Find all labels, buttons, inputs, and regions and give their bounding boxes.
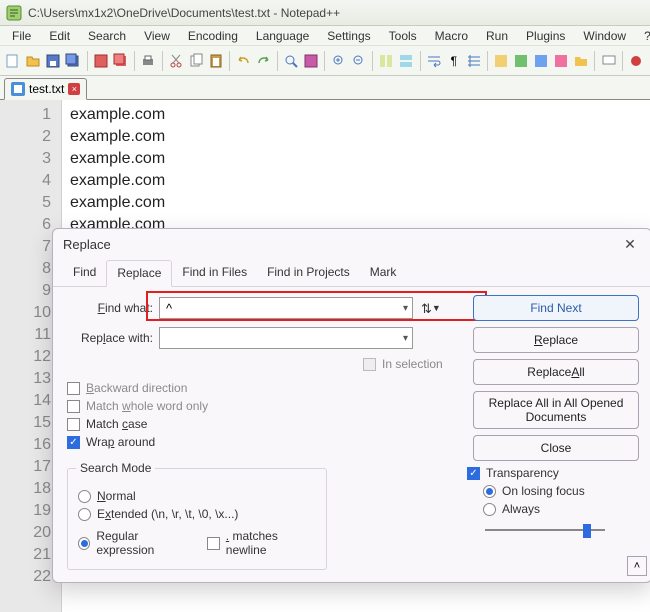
tab-find[interactable]: Find: [63, 260, 106, 287]
separator: [277, 51, 278, 71]
dialog-body: Find what: ^ ▾ ⇅▼ Replace with: ▾ In sel…: [53, 287, 650, 580]
window-title: C:\Users\mx1x2\OneDrive\Documents\test.t…: [28, 6, 340, 20]
find-next-button[interactable]: Find Next: [473, 295, 639, 321]
separator: [372, 51, 373, 71]
paste-icon[interactable]: [206, 50, 225, 72]
tab-find-in-files[interactable]: Find in Files: [172, 260, 257, 287]
menu-bar: File Edit Search View Encoding Language …: [0, 26, 650, 46]
menu-language[interactable]: Language: [248, 27, 317, 45]
separator: [622, 51, 623, 71]
zoom-out-icon[interactable]: [349, 50, 368, 72]
close-button[interactable]: Close: [473, 435, 639, 461]
undo-icon[interactable]: [234, 50, 253, 72]
cut-icon[interactable]: [167, 50, 186, 72]
close-icon[interactable]: [91, 50, 110, 72]
word-wrap-icon[interactable]: [425, 50, 444, 72]
replace-with-label: Replace with:: [67, 331, 159, 345]
menu-view[interactable]: View: [136, 27, 178, 45]
transparency-checkbox[interactable]: ✓Transparency: [467, 466, 639, 480]
app-icon: [6, 5, 22, 21]
sync-v-icon[interactable]: [377, 50, 396, 72]
dialog-title: Replace: [63, 237, 111, 252]
file-tab[interactable]: test.txt ×: [4, 78, 87, 100]
collapse-button[interactable]: ˄: [627, 556, 647, 576]
replace-with-input[interactable]: ▾: [159, 327, 413, 349]
separator: [487, 51, 488, 71]
dialog-tabs: Find Replace Find in Files Find in Proje…: [53, 259, 650, 287]
menu-edit[interactable]: Edit: [41, 27, 78, 45]
tab-close-icon[interactable]: ×: [68, 83, 80, 95]
show-all-chars-icon[interactable]: ¶: [444, 50, 463, 72]
file-icon: [11, 82, 25, 96]
toolbar: ¶: [0, 46, 650, 76]
title-bar: C:\Users\mx1x2\OneDrive\Documents\test.t…: [0, 0, 650, 26]
tab-label: test.txt: [29, 82, 64, 96]
matches-newline-checkbox[interactable]: . matches newline: [207, 529, 316, 557]
separator: [229, 51, 230, 71]
transparency-group: ✓Transparency On losing focus Always: [467, 462, 639, 538]
language-icon[interactable]: [492, 50, 511, 72]
replace-button[interactable]: Replace: [473, 327, 639, 353]
separator: [87, 51, 88, 71]
search-mode-group: Search Mode Normal Extended (\n, \r, \t,…: [67, 468, 327, 570]
monitor-icon[interactable]: [599, 50, 618, 72]
replace-all-button[interactable]: Replace All: [473, 359, 639, 385]
redo-icon[interactable]: [254, 50, 273, 72]
separator: [594, 51, 595, 71]
menu-help[interactable]: ?: [636, 27, 650, 45]
separator: [162, 51, 163, 71]
zoom-in-icon[interactable]: [329, 50, 348, 72]
find-what-label: Find what:: [67, 301, 159, 315]
doc-list-icon[interactable]: [532, 50, 551, 72]
swap-button[interactable]: ⇅▼: [421, 302, 441, 315]
record-macro-icon[interactable]: [627, 50, 646, 72]
on-losing-focus-radio[interactable]: On losing focus: [483, 484, 639, 498]
menu-search[interactable]: Search: [80, 27, 134, 45]
print-icon[interactable]: [139, 50, 158, 72]
menu-plugins[interactable]: Plugins: [518, 27, 573, 45]
mode-normal-radio[interactable]: Normal: [78, 489, 316, 503]
tab-find-in-projects[interactable]: Find in Projects: [257, 260, 360, 287]
replace-icon[interactable]: [302, 50, 321, 72]
replace-all-docs-button[interactable]: Replace All in All Opened Documents: [473, 391, 639, 429]
open-file-icon[interactable]: [24, 50, 43, 72]
indent-guide-icon[interactable]: [464, 50, 483, 72]
close-all-icon[interactable]: [111, 50, 130, 72]
doc-map-icon[interactable]: [512, 50, 531, 72]
save-all-icon[interactable]: [64, 50, 83, 72]
button-column: Find Next Replace Replace All Replace Al…: [473, 295, 639, 461]
find-what-input[interactable]: ^ ▾: [159, 297, 413, 319]
menu-run[interactable]: Run: [478, 27, 516, 45]
replace-dialog: Replace ✕ Find Replace Find in Files Fin…: [52, 228, 650, 583]
dialog-title-bar[interactable]: Replace ✕: [53, 229, 650, 259]
chevron-down-icon[interactable]: ▾: [403, 303, 408, 314]
func-list-icon[interactable]: [552, 50, 571, 72]
separator: [134, 51, 135, 71]
separator: [420, 51, 421, 71]
menu-encoding[interactable]: Encoding: [180, 27, 246, 45]
new-file-icon[interactable]: [4, 50, 23, 72]
copy-icon[interactable]: [187, 50, 206, 72]
find-icon[interactable]: [282, 50, 301, 72]
menu-settings[interactable]: Settings: [319, 27, 378, 45]
find-what-value: ^: [166, 301, 172, 316]
tab-replace[interactable]: Replace: [106, 260, 172, 287]
menu-file[interactable]: File: [4, 27, 39, 45]
sync-h-icon[interactable]: [397, 50, 416, 72]
transparency-slider[interactable]: [485, 522, 605, 538]
tab-mark[interactable]: Mark: [360, 260, 407, 287]
tab-strip: test.txt ×: [0, 76, 650, 100]
menu-tools[interactable]: Tools: [381, 27, 425, 45]
always-radio[interactable]: Always: [483, 502, 639, 516]
dialog-close-button[interactable]: ✕: [619, 233, 641, 255]
separator: [324, 51, 325, 71]
menu-macro[interactable]: Macro: [427, 27, 476, 45]
mode-extended-radio[interactable]: Extended (\n, \r, \t, \0, \x...): [78, 507, 316, 521]
folder-icon[interactable]: [571, 50, 590, 72]
search-mode-legend: Search Mode: [76, 461, 155, 475]
chevron-down-icon[interactable]: ▾: [403, 333, 408, 344]
save-icon[interactable]: [44, 50, 63, 72]
mode-regex-radio[interactable]: Regular expression: [78, 529, 193, 557]
menu-window[interactable]: Window: [575, 27, 634, 45]
